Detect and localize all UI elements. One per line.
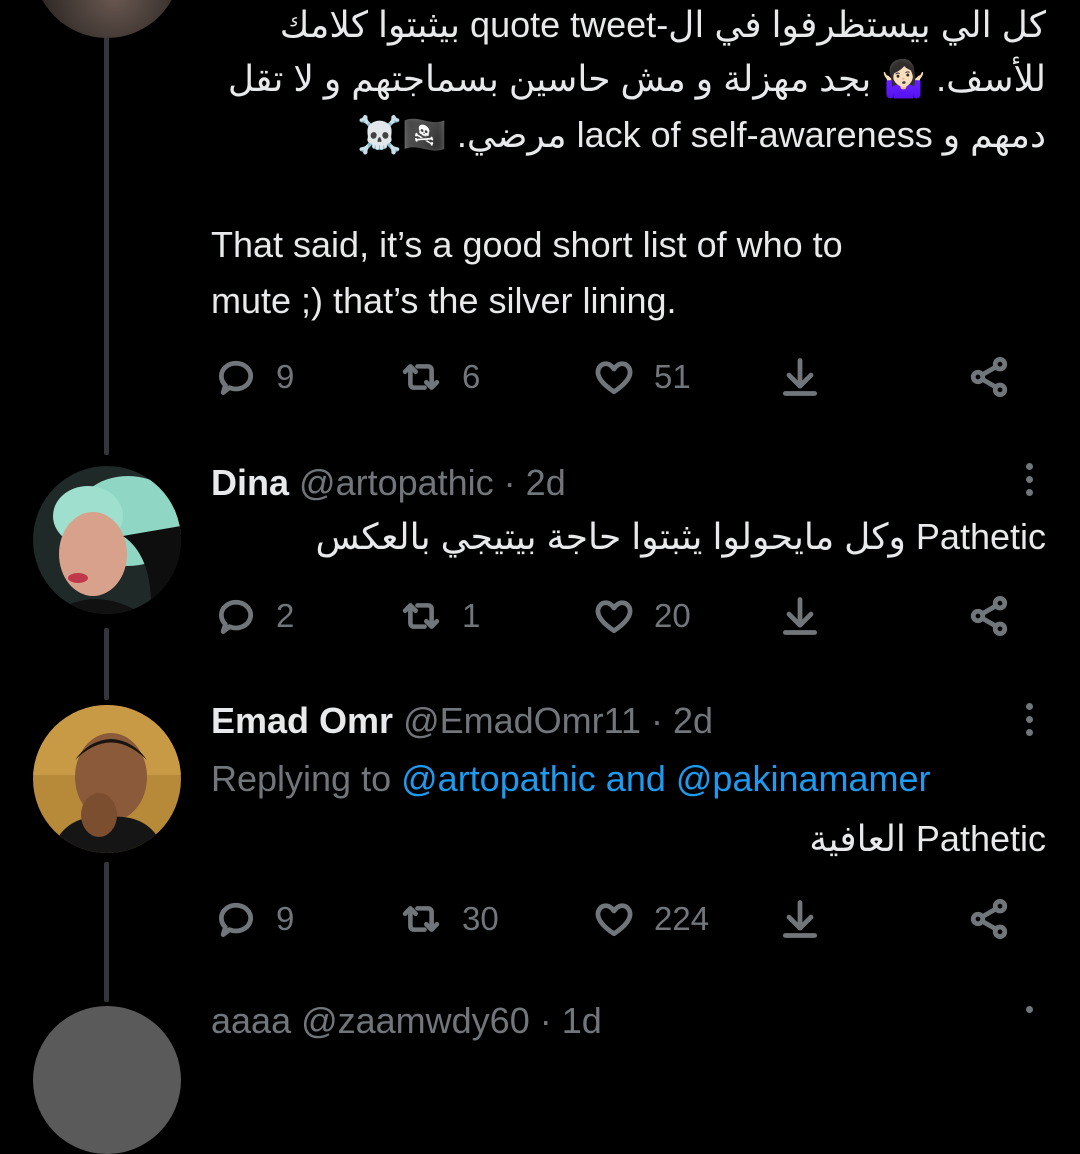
share-icon	[970, 596, 1008, 636]
reply-button[interactable]: 2	[214, 594, 294, 638]
avatar[interactable]	[33, 466, 181, 614]
retweet-button[interactable]: 30	[398, 897, 499, 941]
avatar-image	[33, 705, 181, 853]
thread-line	[104, 628, 109, 700]
handle-and-time[interactable]: @artopathic · 2d	[299, 462, 566, 503]
tweet-text: Pathetic وكل مايحولوا يثبتوا حاجة بيتيجي…	[315, 516, 1047, 557]
tweet-header: Dina @artopathic · 2d	[211, 462, 566, 504]
download-icon	[782, 900, 818, 938]
heart-icon	[595, 903, 633, 937]
tweet-text-line: That said, it’s a good short list of who…	[211, 224, 843, 265]
download-button[interactable]	[778, 355, 822, 399]
tweet-text-line: دمهم و lack of self-awareness مرضي. 🏴‍☠️…	[357, 114, 1046, 155]
like-count: 51	[654, 358, 691, 395]
retweet-icon	[402, 603, 440, 629]
replying-to: Replying to @artopathic and @pakinamamer	[211, 758, 931, 800]
reply-count: 9	[276, 358, 295, 395]
thread-line	[104, 0, 109, 455]
like-button[interactable]: 51	[592, 355, 691, 399]
tweet-actions: 2 1 20	[214, 594, 1034, 638]
share-button[interactable]	[966, 355, 1012, 399]
tweet-header: Emad Omr @EmadOmr11 · 2d	[211, 700, 713, 742]
reply-button[interactable]: 9	[214, 355, 294, 399]
display-name[interactable]: Emad Omr	[211, 700, 393, 741]
retweet-button[interactable]: 1	[398, 594, 480, 638]
more-options-icon[interactable]	[1024, 1006, 1034, 1019]
more-options-icon[interactable]	[1024, 463, 1034, 502]
heart-icon	[595, 361, 633, 395]
retweet-icon	[402, 906, 440, 932]
handle-and-time[interactable]: @EmadOmr11 · 2d	[403, 700, 713, 741]
like-count: 224	[654, 900, 710, 937]
handle-and-time[interactable]: aaaa @zaamwdy60 · 1d	[211, 1000, 602, 1041]
thread-line	[104, 862, 109, 1002]
reply-icon	[218, 599, 253, 634]
like-count: 20	[654, 597, 691, 634]
retweet-icon	[402, 364, 440, 390]
tweet-actions: 9 6 51	[214, 355, 1034, 399]
retweet-count: 1	[462, 597, 481, 634]
tweet-text-line: كل الي بيستظرفوا في ال-quote tweet بيثبت…	[279, 4, 1046, 45]
heart-icon	[595, 600, 633, 634]
reply-count: 2	[276, 597, 295, 634]
share-icon	[970, 899, 1008, 939]
share-button[interactable]	[966, 594, 1012, 638]
download-button[interactable]	[778, 897, 822, 941]
replying-prefix: Replying to	[211, 758, 392, 799]
retweet-button[interactable]: 6	[398, 355, 480, 399]
tweet-text-line: mute ;) that’s the silver lining.	[211, 280, 677, 321]
more-options-icon[interactable]	[1024, 703, 1034, 742]
share-button[interactable]	[966, 897, 1012, 941]
mention-link[interactable]: @artopathic	[401, 758, 596, 799]
tweet-text: Pathetic العافية	[809, 818, 1046, 859]
reply-icon	[218, 902, 253, 937]
avatar[interactable]	[33, 0, 181, 38]
like-button[interactable]: 224	[592, 897, 709, 941]
download-icon	[782, 358, 818, 396]
retweet-count: 30	[462, 900, 499, 937]
reply-button[interactable]: 9	[214, 897, 294, 941]
download-icon	[782, 597, 818, 635]
tweet-text-line: للأسف. 🤷🏻‍♀️ بجد مهزلة و مش حاسين بسماجت…	[227, 58, 1046, 99]
avatar[interactable]	[33, 705, 181, 853]
replying-and: and	[605, 758, 666, 799]
avatar-image	[33, 466, 181, 614]
share-icon	[970, 357, 1008, 397]
mention-link[interactable]: @pakinamamer	[676, 758, 931, 799]
reply-count: 9	[276, 900, 295, 937]
tweet-header: aaaa @zaamwdy60 · 1d	[211, 1000, 602, 1042]
download-button[interactable]	[778, 594, 822, 638]
reply-icon	[218, 360, 253, 395]
like-button[interactable]: 20	[592, 594, 691, 638]
retweet-count: 6	[462, 358, 481, 395]
tweet-actions: 9 30 224	[214, 897, 1034, 941]
avatar[interactable]	[33, 1006, 181, 1154]
display-name[interactable]: Dina	[211, 462, 289, 503]
